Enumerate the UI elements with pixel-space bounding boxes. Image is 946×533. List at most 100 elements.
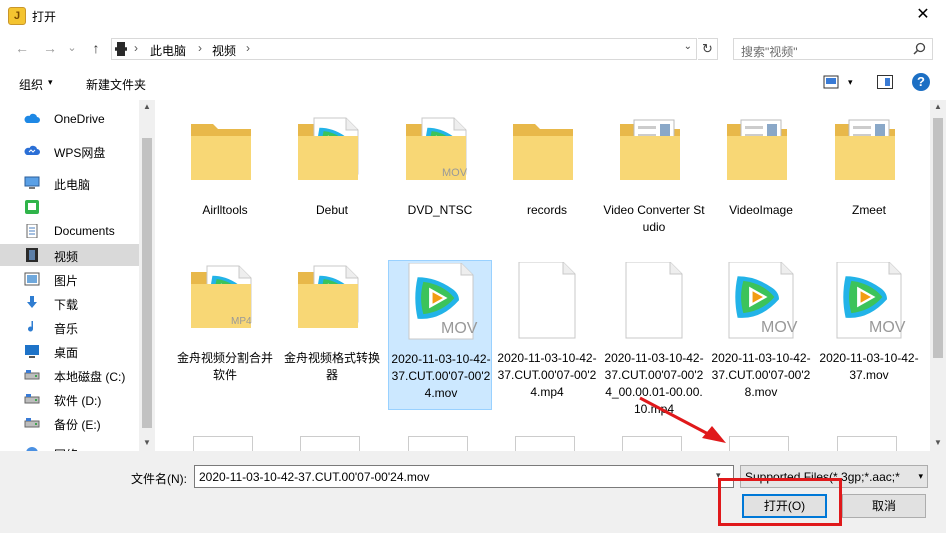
file-thumbnail-icon: MOV [836, 261, 906, 339]
view-mode-icon[interactable] [823, 75, 839, 89]
drive-icon [24, 368, 40, 382]
highlight-annotation-box [718, 478, 842, 526]
chevron-down-icon[interactable]: ▾ [848, 77, 853, 88]
sidebar-item[interactable]: 图片 [0, 268, 139, 290]
file-item[interactable]: 2020-11-03-10-42-37.CUT.00'07-00'24.mp4 [495, 260, 599, 410]
desktop-icon [24, 344, 40, 358]
folder-icon: MOV [402, 114, 478, 195]
sidebar-item[interactable]: 此电脑 [0, 172, 139, 194]
folder-item[interactable]: MP4 金舟视频分割合并软件 [173, 260, 277, 410]
file-item[interactable]: MOV 2020-11-03-10-42-37.CUT.00'07-00'24.m… [388, 260, 492, 410]
folder-item[interactable]: records [495, 112, 599, 258]
cancel-button[interactable]: 取消 [842, 494, 926, 518]
sidebar-item[interactable]: WPS网盘 [0, 140, 139, 162]
preview-pane-icon[interactable] [877, 75, 893, 89]
search-input[interactable]: 搜索"视频" [733, 38, 933, 60]
document-icon [24, 223, 40, 239]
file-item[interactable]: MOV 2020-11-03-10-42-37.mov [817, 260, 921, 410]
svg-text:MOV: MOV [761, 319, 798, 336]
drive-icon [24, 416, 40, 430]
item-name: 金舟视频格式转换器 [283, 351, 380, 382]
navigation-pane: OneDrive WPS网盘此电脑 Documents 视频图片下载音乐桌面本地磁盘 … [0, 100, 155, 462]
folder-item[interactable]: Zmeet [817, 112, 921, 258]
breadcrumb-videos[interactable]: 视频 [212, 42, 236, 59]
sidebar-item-label: 桌面 [54, 346, 79, 360]
item-name: VideoImage [729, 203, 793, 217]
scroll-up-icon[interactable]: ▲ [143, 102, 151, 111]
sidebar-item-label: 音乐 [54, 322, 79, 336]
sidebar-item-label: 下载 [54, 298, 79, 312]
scrollbar-thumb[interactable] [142, 138, 152, 428]
address-dropdown-icon[interactable]: ⌄ [684, 41, 692, 52]
sidebar-item-label: 备份 (E:) [54, 418, 101, 432]
back-button[interactable]: ← [12, 38, 32, 58]
file-item-partial[interactable] [729, 436, 789, 451]
address-bar[interactable]: › 此电脑 › 视频 › ⌄ [111, 38, 697, 60]
scrollbar-thumb[interactable] [933, 118, 943, 358]
file-item-partial[interactable] [408, 436, 468, 451]
file-item[interactable]: MOV 2020-11-03-10-42-37.CUT.00'07-00'28.m… [709, 260, 813, 410]
folder-item[interactable]: MOV DVD_NTSC [388, 112, 492, 258]
sidebar-item-label: 本地磁盘 (C:) [54, 370, 126, 384]
sidebar-item[interactable]: 本地磁盘 (C:) [0, 364, 139, 386]
chevron-down-icon: ▾ [918, 471, 923, 481]
file-thumbnail-icon [298, 117, 359, 180]
help-icon[interactable]: ? [912, 73, 930, 91]
item-name: Video Converter Studio [603, 203, 705, 234]
sidebar-item[interactable]: 软件 (D:) [0, 388, 139, 410]
sidebar-item-label: 软件 (D:) [54, 394, 102, 408]
forward-button[interactable]: → [40, 38, 60, 58]
sidebar-item[interactable]: OneDrive [0, 108, 139, 130]
breadcrumb-this-pc[interactable]: 此电脑 [150, 42, 186, 59]
file-thumbnail-icon: MP4 [191, 265, 252, 328]
cloud-icon [24, 112, 40, 126]
sidebar-item-label: 视频 [54, 250, 79, 264]
sidebar-scrollbar[interactable]: ▲ ▼ [139, 100, 155, 451]
close-button[interactable]: ✕ [900, 0, 946, 30]
chevron-down-icon[interactable]: ▾ [48, 77, 53, 88]
filename-field[interactable] [194, 465, 734, 488]
new-folder-button[interactable]: 新建文件夹 [86, 76, 146, 93]
sidebar-item[interactable]: 桌面 [0, 340, 139, 362]
svg-text:MOV: MOV [442, 167, 468, 179]
folder-item[interactable]: VideoImage [709, 112, 813, 258]
folder-icon [187, 114, 263, 195]
folder-icon [509, 114, 585, 195]
scroll-down-icon[interactable]: ▼ [934, 438, 942, 447]
scroll-up-icon[interactable]: ▲ [934, 102, 942, 111]
item-name: DVD_NTSC [407, 203, 473, 217]
sidebar-item[interactable]: 音乐 [0, 316, 139, 338]
file-item-partial[interactable] [837, 436, 897, 451]
file-thumbnail-icon [835, 119, 895, 180]
folder-icon [616, 114, 692, 195]
folder-icon [294, 114, 370, 195]
recent-locations-button[interactable]: ⌄ [62, 38, 82, 58]
video-file-icon: MOV [403, 262, 479, 344]
folder-item[interactable]: Video Converter Studio [602, 112, 706, 258]
organize-menu[interactable]: 组织 [19, 76, 43, 93]
file-list-scrollbar[interactable]: ▲ ▼ [930, 100, 946, 451]
folder-item[interactable]: 金舟视频格式转换器 [280, 260, 384, 410]
folder-item[interactable]: Airlltools [173, 112, 277, 258]
folder-item[interactable]: Debut [280, 112, 384, 258]
up-button[interactable]: ↑ [86, 38, 106, 58]
sidebar-item[interactable]: 视频 [0, 244, 139, 266]
file-item[interactable]: 2020-11-03-10-42-37.CUT.00'07-00'24_00.0… [602, 260, 706, 416]
file-item-partial[interactable] [622, 436, 682, 451]
sidebar-item[interactable]: 备份 (E:) [0, 412, 139, 434]
video-file-icon [509, 261, 585, 343]
file-item-partial[interactable] [515, 436, 575, 451]
sidebar-item[interactable]: 下载 [0, 292, 139, 314]
file-item-partial[interactable] [193, 436, 253, 451]
sidebar-item[interactable]: Documents [0, 220, 139, 242]
file-thumbnail-icon [620, 119, 680, 180]
file-thumbnail-icon [625, 261, 683, 339]
file-item-partial[interactable] [300, 436, 360, 451]
folder-icon [831, 114, 907, 195]
sidebar-item[interactable] [0, 196, 139, 218]
scroll-down-icon[interactable]: ▼ [143, 438, 151, 447]
breadcrumb-separator: › [246, 41, 250, 55]
refresh-button[interactable]: ↻ [698, 38, 718, 60]
wps-cloud-icon [24, 144, 40, 158]
drive-icon [24, 392, 40, 406]
